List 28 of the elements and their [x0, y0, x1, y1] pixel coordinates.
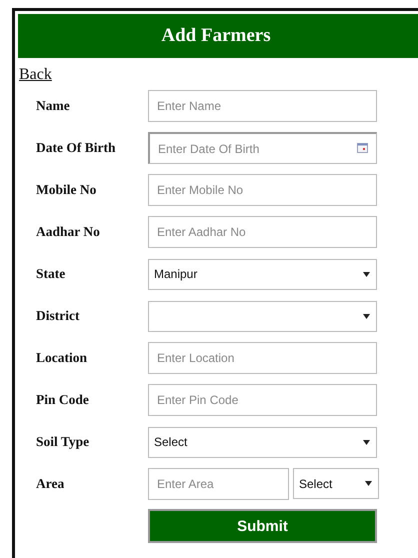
caret-icon: [363, 272, 370, 276]
calendar-icon[interactable]: [357, 143, 368, 153]
field-label: Soil Type: [35, 434, 90, 450]
date-field[interactable]: Enter Date Of Birth: [148, 132, 377, 164]
field-label: Location: [35, 350, 88, 366]
input-field[interactable]: Enter Aadhar No: [148, 216, 377, 248]
field-label: Aadhar No: [35, 224, 101, 240]
field-label: Mobile No: [35, 182, 98, 198]
dropdown[interactable]: Manipur: [148, 258, 377, 290]
input-field[interactable]: Enter Area: [148, 468, 289, 500]
back-link[interactable]: Back: [19, 66, 52, 84]
caret-icon: [365, 481, 372, 486]
field-label: Name: [35, 98, 71, 114]
field-label: District: [35, 308, 80, 324]
input-field[interactable]: Enter Name: [148, 90, 377, 122]
caret-icon: [363, 440, 370, 444]
caret-icon: [363, 314, 370, 318]
dropdown[interactable]: Select: [293, 468, 379, 499]
input-field[interactable]: Enter Pin Code: [148, 384, 377, 416]
field-label: State: [35, 266, 66, 282]
dropdown[interactable]: Select: [148, 426, 377, 458]
page-title: Add Farmers: [161, 25, 271, 47]
field-label: Area: [35, 476, 66, 492]
field-label: Pin Code: [35, 392, 90, 408]
submit-button[interactable]: Submit: [148, 509, 377, 543]
input-field[interactable]: Enter Mobile No: [148, 174, 377, 206]
input-field[interactable]: Enter Location: [148, 342, 377, 374]
field-label: Date Of Birth: [35, 140, 116, 156]
